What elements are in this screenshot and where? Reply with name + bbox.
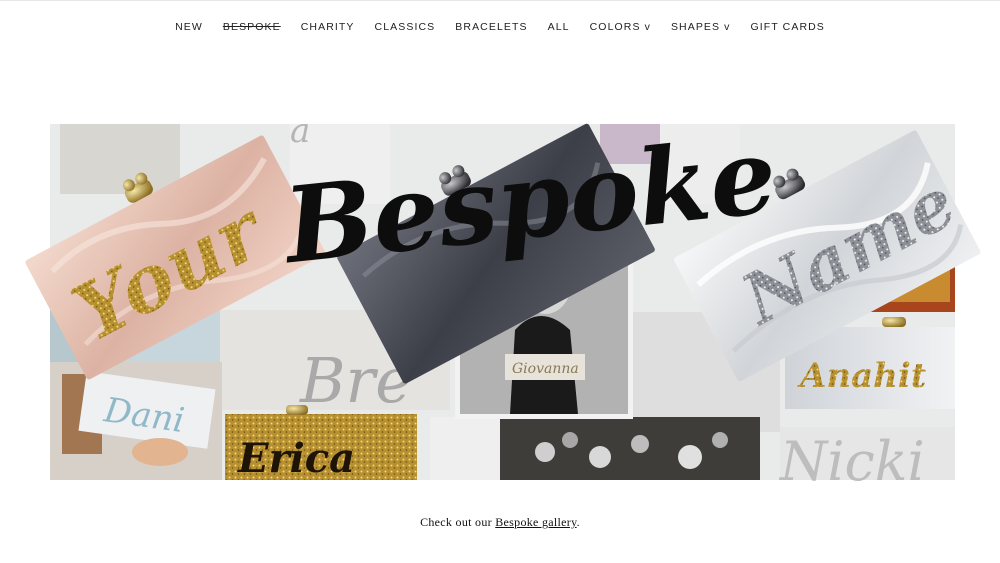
caption-suffix: . — [576, 515, 580, 529]
nav-item-all[interactable]: ALL — [538, 19, 580, 35]
nav-item-new[interactable]: NEW — [165, 19, 213, 35]
dani-clutch: Dani — [50, 362, 222, 480]
erica-clutch: Erica — [225, 405, 417, 482]
nav-item-bespoke[interactable]: BESPOKE — [213, 19, 291, 35]
caption-prefix: Check out our — [420, 515, 496, 529]
nav-item-bracelets[interactable]: BRACELETS — [445, 19, 537, 35]
nav-item-classics[interactable]: CLASSICS — [365, 19, 446, 35]
svg-text:Nicki: Nicki — [778, 430, 925, 492]
bespoke-gallery-link[interactable]: Bespoke gallery — [495, 515, 576, 529]
svg-text:a: a — [290, 111, 310, 151]
bespoke-collage-image: Bre Nicki a le Erica Dani — [25, 111, 981, 492]
sequin-panel — [500, 417, 760, 480]
svg-text:Anahit: Anahit — [797, 356, 927, 396]
hero-banner[interactable]: Bre Nicki a le Erica Dani — [0, 62, 1000, 492]
nav-item-gift-cards[interactable]: GIFT CARDS — [741, 19, 835, 35]
gallery-caption: Check out our Bespoke gallery. — [0, 515, 1000, 530]
top-divider — [0, 0, 1000, 1]
main-navigation: NEW BESPOKE CHARITY CLASSICS BRACELETS A… — [0, 19, 1000, 35]
nav-item-shapes-dropdown[interactable]: SHAPES v — [661, 19, 741, 35]
giovanna-clutch-label: Giovanna — [512, 361, 579, 377]
nav-item-charity[interactable]: CHARITY — [291, 19, 365, 35]
nav-item-colors-dropdown[interactable]: COLORS v — [580, 19, 661, 35]
svg-text:Erica: Erica — [237, 435, 355, 482]
